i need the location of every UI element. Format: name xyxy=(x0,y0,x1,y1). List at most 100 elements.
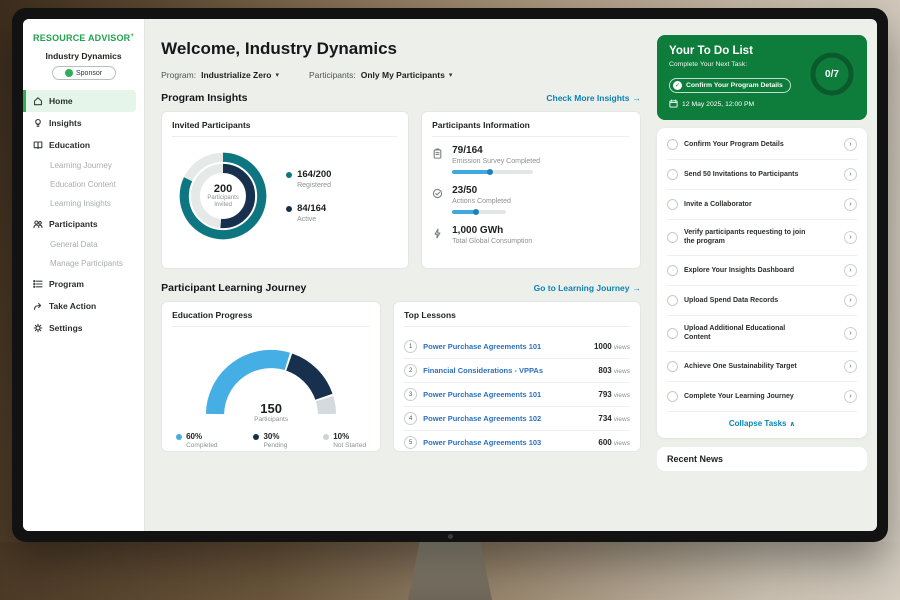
sidebar-item-label: Education Content xyxy=(50,180,116,189)
card-title: Top Lessons xyxy=(404,310,630,327)
sidebar-item-program[interactable]: Program xyxy=(23,273,144,295)
card-title: Participants Information xyxy=(432,120,630,137)
pending-dot-icon xyxy=(253,434,259,440)
task-checkbox[interactable] xyxy=(667,139,678,150)
task-checkbox[interactable] xyxy=(667,199,678,210)
sidebar-item-label: Home xyxy=(49,96,73,106)
sidebar-item-learning-journey[interactable]: Learning Journey xyxy=(23,156,144,175)
sidebar-item-home[interactable]: Home xyxy=(23,90,136,112)
chevron-right-icon[interactable]: › xyxy=(844,168,857,181)
filter-bar: Program: Industrialize Zero ▾ Participan… xyxy=(161,70,641,80)
monitor-stand xyxy=(408,541,492,600)
sidebar-item-education-content[interactable]: Education Content xyxy=(23,175,144,194)
sidebar-item-settings[interactable]: Settings xyxy=(23,317,144,339)
education-progress-card: Education Progress 150 Participants 60% xyxy=(161,301,381,452)
lightbulb-icon xyxy=(33,118,43,128)
task-checkbox[interactable] xyxy=(667,391,678,402)
section-title: Program Insights xyxy=(161,92,247,104)
task-checkbox[interactable] xyxy=(667,169,678,180)
not-started-dot-icon xyxy=(323,434,329,440)
task-row[interactable]: Upload Additional Educational Content › xyxy=(667,316,857,352)
next-task-pill[interactable]: ✓ Confirm Your Program Details xyxy=(669,78,791,93)
chevron-right-icon[interactable]: › xyxy=(844,390,857,403)
actions-completed-row: 23/50 Actions Completed xyxy=(432,185,630,214)
legend-item-pending: 30% Pending xyxy=(253,432,287,449)
check-icon: ✓ xyxy=(673,81,682,90)
sponsor-badge: Sponsor xyxy=(52,66,116,80)
lesson-link[interactable]: Power Purchase Agreements 101 xyxy=(423,390,592,399)
participants-filter-label: Participants: xyxy=(309,70,356,80)
task-checkbox[interactable] xyxy=(667,295,678,306)
program-filter[interactable]: Program: Industrialize Zero ▾ xyxy=(161,70,279,80)
sidebar: RESOURCE ADVISOR+ Industry Dynamics Spon… xyxy=(23,19,145,531)
chevron-down-icon: ▾ xyxy=(449,71,453,79)
task-row[interactable]: Achieve One Sustainability Target › xyxy=(667,352,857,382)
registered-dot-icon xyxy=(286,172,292,178)
participants-filter[interactable]: Participants: Only My Participants ▾ xyxy=(309,70,452,80)
sidebar-item-learning-insights[interactable]: Learning Insights xyxy=(23,194,144,213)
brand-plus: + xyxy=(130,33,134,39)
page-title: Welcome, Industry Dynamics xyxy=(161,39,641,59)
arrow-right-icon: → xyxy=(633,93,642,103)
participants-information-card: Participants Information 79/164 Emission… xyxy=(421,111,641,269)
collapse-tasks-link[interactable]: Collapse Tasks∧ xyxy=(667,412,857,436)
lesson-row: 5 Power Purchase Agreements 103 600views xyxy=(404,431,630,454)
task-checkbox[interactable] xyxy=(667,361,678,372)
home-icon xyxy=(33,96,43,106)
check-more-insights-link[interactable]: Check More Insights→ xyxy=(546,93,641,103)
learning-cards-row: Education Progress 150 Participants 60% xyxy=(161,301,641,452)
insights-cards-row: Invited Participants 200 xyxy=(161,111,641,269)
sidebar-item-label: Manage Participants xyxy=(50,259,123,268)
chevron-right-icon[interactable]: › xyxy=(844,138,857,151)
lesson-link[interactable]: Power Purchase Agreements 102 xyxy=(423,414,592,423)
go-to-learning-journey-link[interactable]: Go to Learning Journey→ xyxy=(534,283,641,293)
todo-progress-ring: 0/7 xyxy=(809,51,855,97)
org-name: Industry Dynamics xyxy=(23,51,144,61)
task-checkbox[interactable] xyxy=(667,232,678,243)
invited-total: 200 xyxy=(214,183,232,195)
sidebar-item-education[interactable]: Education xyxy=(23,134,144,156)
card-title: Invited Participants xyxy=(172,120,398,137)
sidebar-item-general-data[interactable]: General Data xyxy=(23,235,144,254)
task-row[interactable]: Send 50 Invitations to Participants › xyxy=(667,160,857,190)
action-arrow-icon xyxy=(33,301,43,311)
task-checkbox[interactable] xyxy=(667,328,678,339)
lesson-link[interactable]: Power Purchase Agreements 103 xyxy=(423,438,592,447)
todo-progress-value: 0/7 xyxy=(809,51,855,97)
education-legend: 60% Completed 30% Pending 10% Not Starte… xyxy=(172,432,370,449)
lesson-row: 2 Financial Considerations - VPPAs 803vi… xyxy=(404,359,630,383)
sidebar-item-participants[interactable]: Participants xyxy=(23,213,144,235)
brand-name: RESOURCE ADVISOR xyxy=(33,33,130,43)
rank-badge: 2 xyxy=(404,364,417,377)
task-row[interactable]: Confirm Your Program Details › xyxy=(667,130,857,160)
app-window: RESOURCE ADVISOR+ Industry Dynamics Spon… xyxy=(23,19,877,531)
rank-badge: 5 xyxy=(404,436,417,449)
chevron-right-icon[interactable]: › xyxy=(844,294,857,307)
emission-survey-progressbar xyxy=(452,170,533,174)
sponsor-icon xyxy=(65,69,73,77)
sidebar-item-manage-participants[interactable]: Manage Participants xyxy=(23,254,144,273)
sidebar-item-label: General Data xyxy=(50,240,98,249)
sidebar-item-insights[interactable]: Insights xyxy=(23,112,144,134)
chevron-right-icon[interactable]: › xyxy=(844,360,857,373)
gear-icon xyxy=(33,323,43,333)
background-scene: RESOURCE ADVISOR+ Industry Dynamics Spon… xyxy=(0,0,900,600)
todo-panel: Your To Do List Complete Your Next Task:… xyxy=(653,19,877,531)
task-row[interactable]: Verify participants requesting to join t… xyxy=(667,220,857,256)
chevron-right-icon[interactable]: › xyxy=(844,198,857,211)
education-gauge-chart: 150 Participants xyxy=(187,335,355,425)
task-row[interactable]: Upload Spend Data Records › xyxy=(667,286,857,316)
lesson-link[interactable]: Financial Considerations - VPPAs xyxy=(423,366,592,375)
sidebar-item-take-action[interactable]: Take Action xyxy=(23,295,144,317)
donut-center: 200 Participants Invited xyxy=(172,145,274,247)
chevron-down-icon: ▾ xyxy=(275,71,279,79)
lesson-link[interactable]: Power Purchase Agreements 101 xyxy=(423,342,588,351)
task-checkbox[interactable] xyxy=(667,265,678,276)
chevron-right-icon[interactable]: › xyxy=(844,231,857,244)
chevron-right-icon[interactable]: › xyxy=(844,264,857,277)
task-row[interactable]: Explore Your Insights Dashboard › xyxy=(667,256,857,286)
chevron-right-icon[interactable]: › xyxy=(844,327,857,340)
invited-participants-card: Invited Participants 200 xyxy=(161,111,409,269)
task-row[interactable]: Complete Your Learning Journey › xyxy=(667,382,857,412)
task-row[interactable]: Invite a Collaborator › xyxy=(667,190,857,220)
